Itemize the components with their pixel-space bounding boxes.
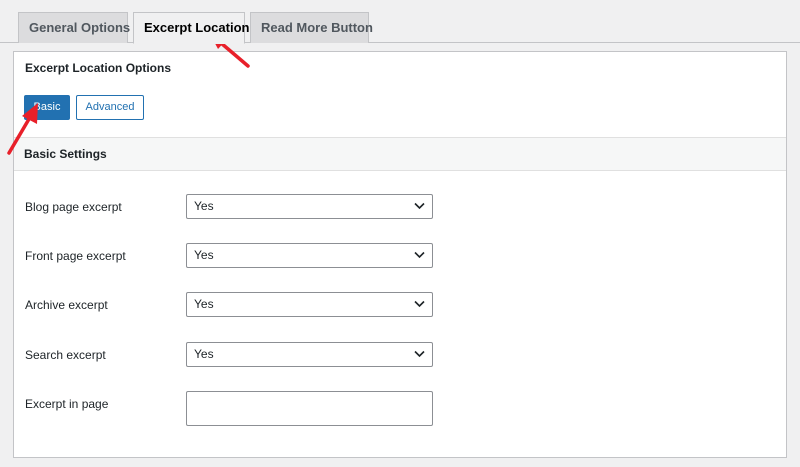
tab-read-more-button[interactable]: Read More Button xyxy=(250,12,373,43)
excerpt-in-page-input[interactable] xyxy=(186,391,433,426)
front-page-excerpt-label: Front page excerpt xyxy=(25,249,126,263)
search-excerpt-label: Search excerpt xyxy=(25,348,106,362)
excerpt-in-page-label: Excerpt in page xyxy=(25,397,109,411)
tab-general-options[interactable]: General Options xyxy=(18,12,130,43)
tab-excerpt-location[interactable]: Excerpt Location xyxy=(133,12,249,44)
blog-page-excerpt-label: Blog page excerpt xyxy=(25,200,122,214)
basic-button[interactable]: Basic xyxy=(24,95,70,120)
select-value: Yes xyxy=(194,248,214,262)
panel-title: Excerpt Location Options xyxy=(25,61,172,75)
settings-tabs: General Options Excerpt Location Read Mo… xyxy=(0,0,800,44)
chevron-down-icon xyxy=(414,202,425,210)
blog-page-excerpt-select[interactable]: Yes xyxy=(186,194,433,219)
archive-excerpt-select[interactable]: Yes xyxy=(186,292,433,317)
excerpt-location-panel: Excerpt Location Options Basic Advanced … xyxy=(13,51,787,458)
search-excerpt-select[interactable]: Yes xyxy=(186,342,433,367)
chevron-down-icon xyxy=(414,350,425,358)
archive-excerpt-label: Archive excerpt xyxy=(25,298,108,312)
front-page-excerpt-select[interactable]: Yes xyxy=(186,243,433,268)
chevron-down-icon xyxy=(414,251,425,259)
select-value: Yes xyxy=(194,199,214,213)
chevron-down-icon xyxy=(414,300,425,308)
basic-settings-header: Basic Settings xyxy=(14,137,786,171)
advanced-button[interactable]: Advanced xyxy=(76,95,144,120)
section-title: Basic Settings xyxy=(24,147,107,161)
select-value: Yes xyxy=(194,297,214,311)
select-value: Yes xyxy=(194,347,214,361)
